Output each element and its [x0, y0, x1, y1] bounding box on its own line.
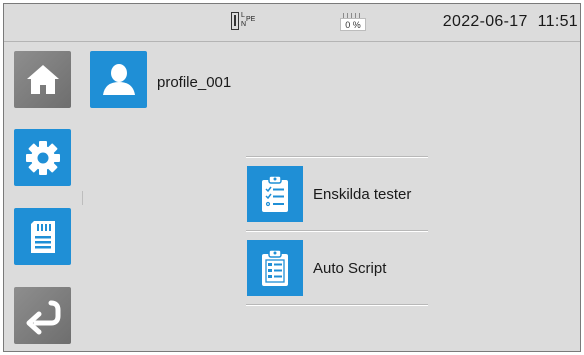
sidebar — [4, 41, 84, 351]
plug-l-label: L — [241, 12, 245, 19]
plug-pe-label: PE — [246, 16, 256, 23]
home-icon — [26, 64, 59, 94]
memory-card-icon — [30, 220, 55, 253]
profile-name[interactable]: profile_001 — [157, 74, 231, 91]
gear-icon — [25, 140, 60, 175]
test-menu: Enskilda tester Auto Script — [246, 156, 428, 306]
battery-icon: 0 % — [340, 13, 366, 35]
memory-button[interactable] — [14, 208, 71, 265]
menu-item-label: Enskilda tester — [313, 185, 412, 203]
back-arrow-icon — [26, 300, 60, 334]
menu-item-single-tests[interactable]: Enskilda tester — [246, 158, 428, 230]
date-text: 2022-06-17 — [442, 13, 528, 30]
status-bar: L N PE 0 % 2022-06-17 11:51 — [4, 4, 580, 42]
profile-button[interactable] — [90, 51, 147, 108]
settings-button[interactable] — [14, 129, 71, 186]
back-button[interactable] — [14, 287, 71, 344]
menu-item-auto-script[interactable]: Auto Script — [246, 232, 428, 304]
menu-item-label: Auto Script — [313, 259, 387, 277]
sidebar-divider — [82, 191, 83, 205]
plug-connection-icon: L N PE — [231, 12, 259, 32]
user-icon — [102, 63, 135, 95]
device-screen: L N PE 0 % 2022-06-17 11:51 profile_001 … — [3, 3, 581, 352]
script-clipboard-icon — [247, 240, 303, 296]
datetime: 2022-06-17 11:51 — [443, 13, 578, 31]
battery-percent: 0 % — [340, 18, 366, 31]
checklist-clipboard-icon — [247, 166, 303, 222]
home-button[interactable] — [14, 51, 71, 108]
time-text: 11:51 — [537, 13, 578, 30]
